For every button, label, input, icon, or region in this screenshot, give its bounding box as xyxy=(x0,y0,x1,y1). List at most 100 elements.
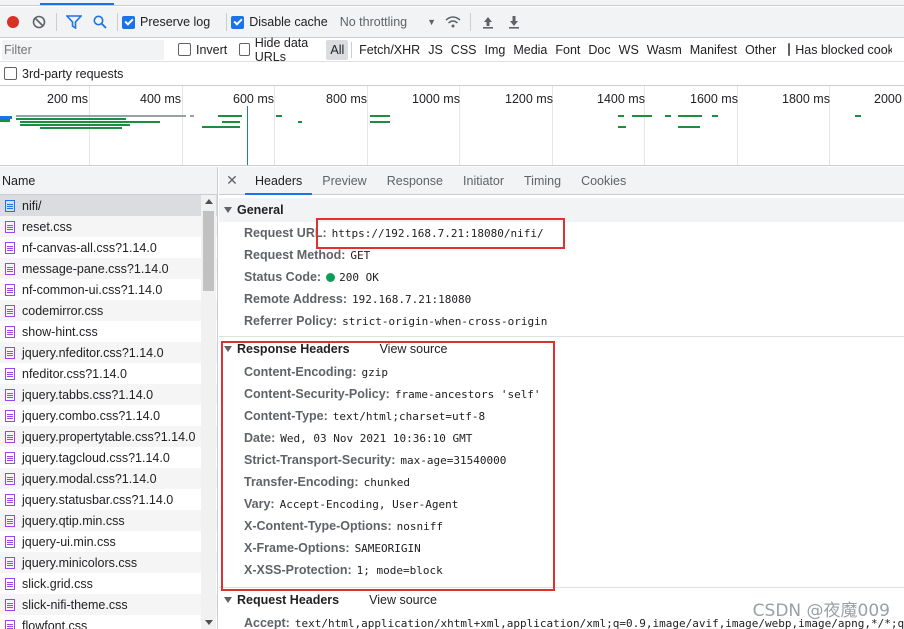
timeline-request-bar xyxy=(618,115,624,117)
tab-response[interactable]: Response xyxy=(377,167,453,195)
tab-preview[interactable]: Preview xyxy=(312,167,376,195)
chevron-down-icon: ▼ xyxy=(427,17,437,27)
header-value: GET xyxy=(350,248,371,262)
throttling-value: No throttling xyxy=(339,15,408,29)
request-row[interactable]: nf-canvas-all.css?1.14.0 xyxy=(0,237,217,258)
request-row[interactable]: jquery.minicolors.css xyxy=(0,552,217,573)
request-row[interactable]: jquery.nfeditor.css?1.14.0 xyxy=(0,342,217,363)
stylesheet-icon xyxy=(5,409,15,422)
has-blocked-cookies-checkbox[interactable]: Has blocked cookies xyxy=(788,43,892,57)
third-party-checkbox[interactable]: 3rd-party requests xyxy=(4,67,123,81)
request-row[interactable]: jquery.combo.css?1.14.0 xyxy=(0,405,217,426)
type-filter-wasm[interactable]: Wasm xyxy=(643,40,686,60)
disable-cache-checkbox[interactable]: Disable cache xyxy=(231,15,328,29)
type-filter-doc[interactable]: Doc xyxy=(584,40,614,60)
type-filter-ws[interactable]: WS xyxy=(615,40,643,60)
has-blocked-cookies-check[interactable] xyxy=(788,43,791,56)
hide-data-urls-label: Hide data URLs xyxy=(254,35,309,64)
tab-cookies[interactable]: Cookies xyxy=(571,167,636,195)
request-name: jquery.qtip.min.css xyxy=(22,513,125,528)
name-column-header[interactable]: Name xyxy=(0,167,218,195)
request-row[interactable]: show-hint.css xyxy=(0,321,217,342)
type-filter-manifest[interactable]: Manifest xyxy=(686,40,741,60)
request-row-nifi[interactable]: nifi/ xyxy=(0,195,217,216)
expand-triangle-icon xyxy=(224,207,232,213)
request-row[interactable]: jquery-ui.min.css xyxy=(0,531,217,552)
preserve-log-check[interactable] xyxy=(122,15,135,29)
stylesheet-icon xyxy=(5,388,15,401)
detail-tab-bar: ✕ Headers Preview Response Initiator Tim… xyxy=(219,167,904,195)
timeline-request-bar xyxy=(370,115,390,117)
scrollbar-thumb[interactable] xyxy=(203,211,214,291)
type-filter-media[interactable]: Media xyxy=(509,40,551,60)
request-row[interactable]: jquery.tabbs.css?1.14.0 xyxy=(0,384,217,405)
request-row[interactable]: jquery.qtip.min.css xyxy=(0,510,217,531)
request-row[interactable]: nfeditor.css?1.14.0 xyxy=(0,363,217,384)
preserve-log-checkbox[interactable]: Preserve log xyxy=(122,15,210,29)
stylesheet-icon xyxy=(5,535,15,548)
request-row[interactable]: jquery.propertytable.css?1.14.0 xyxy=(0,426,217,447)
invert-check[interactable] xyxy=(178,43,191,56)
header-row-status-code: Status Code: 200 OK xyxy=(219,266,904,288)
export-har-icon[interactable] xyxy=(501,9,527,35)
clear-icon[interactable] xyxy=(26,9,52,35)
toolbar-divider xyxy=(56,13,57,31)
record-icon[interactable] xyxy=(0,9,26,35)
request-row[interactable]: codemirror.css xyxy=(0,300,217,321)
hide-data-urls-checkbox[interactable]: Hide data URLs xyxy=(239,36,322,64)
type-filter-font[interactable]: Font xyxy=(551,40,584,60)
toolbar-divider xyxy=(470,13,472,31)
request-name: nf-canvas-all.css?1.14.0 xyxy=(22,240,157,255)
toolbar-divider xyxy=(117,13,118,31)
tab-initiator[interactable]: Initiator xyxy=(453,167,514,195)
type-filter-other[interactable]: Other xyxy=(741,40,780,60)
tab-headers[interactable]: Headers xyxy=(245,167,313,195)
third-party-check[interactable] xyxy=(4,67,17,80)
header-row-remote-address: Remote Address: 192.168.7.21:18080 xyxy=(219,288,904,310)
request-list-scrollbar[interactable] xyxy=(201,195,216,629)
timeline-request-bar xyxy=(202,126,240,128)
request-row[interactable]: jquery.modal.css?1.14.0 xyxy=(0,468,217,489)
view-source-link[interactable]: View source xyxy=(369,593,437,607)
stylesheet-icon xyxy=(5,451,15,464)
header-value: 192.168.7.21:18080 xyxy=(352,292,472,306)
hide-data-urls-check[interactable] xyxy=(239,43,250,56)
invert-checkbox[interactable]: Invert xyxy=(178,43,227,57)
stylesheet-icon xyxy=(5,367,15,380)
request-row[interactable]: jquery.tagcloud.css?1.14.0 xyxy=(0,447,217,468)
request-row[interactable]: jquery.statusbar.css?1.14.0 xyxy=(0,489,217,510)
request-row[interactable]: slick-nifi-theme.css xyxy=(0,594,217,615)
devtools-tab-strip xyxy=(0,0,904,6)
request-row[interactable]: message-pane.css?1.14.0 xyxy=(0,258,217,279)
filter-input[interactable] xyxy=(2,39,164,60)
close-icon[interactable]: ✕ xyxy=(219,172,245,189)
response-headers-highlight-box xyxy=(221,341,555,591)
type-filter-all[interactable]: All xyxy=(326,39,349,60)
stylesheet-icon xyxy=(5,472,15,485)
request-name: jquery.minicolors.css xyxy=(22,555,138,570)
scroll-down-icon[interactable] xyxy=(205,620,213,625)
stylesheet-icon xyxy=(5,304,15,317)
invert-label: Invert xyxy=(196,42,228,57)
timeline-request-bar xyxy=(190,115,194,117)
type-filter-js[interactable]: JS xyxy=(424,40,447,60)
request-row[interactable]: nf-common-ui.css?1.14.0 xyxy=(0,279,217,300)
type-filter-css[interactable]: CSS xyxy=(447,40,481,60)
type-filter-img[interactable]: Img xyxy=(481,40,510,60)
scroll-up-icon[interactable] xyxy=(205,199,213,204)
stylesheet-icon xyxy=(5,556,15,569)
network-overview-timeline[interactable]: 200 ms 400 ms 600 ms 800 ms 1000 ms 1200… xyxy=(0,86,904,166)
type-filter-fetch-xhr[interactable]: Fetch/XHR xyxy=(355,40,424,60)
request-row[interactable]: reset.css xyxy=(0,216,217,237)
network-conditions-icon[interactable] xyxy=(440,9,466,35)
tab-timing[interactable]: Timing xyxy=(514,167,571,195)
search-icon[interactable] xyxy=(87,9,113,35)
filter-icon[interactable] xyxy=(61,9,87,35)
timeline-tick: 1000 ms xyxy=(412,92,460,106)
request-row[interactable]: flowfont.css xyxy=(0,615,217,629)
timeline-request-bar xyxy=(678,126,700,128)
request-row[interactable]: slick.grid.css xyxy=(0,573,217,594)
disable-cache-check[interactable] xyxy=(231,15,245,29)
throttling-select[interactable]: No throttling ▼ xyxy=(340,15,436,29)
import-har-icon[interactable] xyxy=(475,9,501,35)
